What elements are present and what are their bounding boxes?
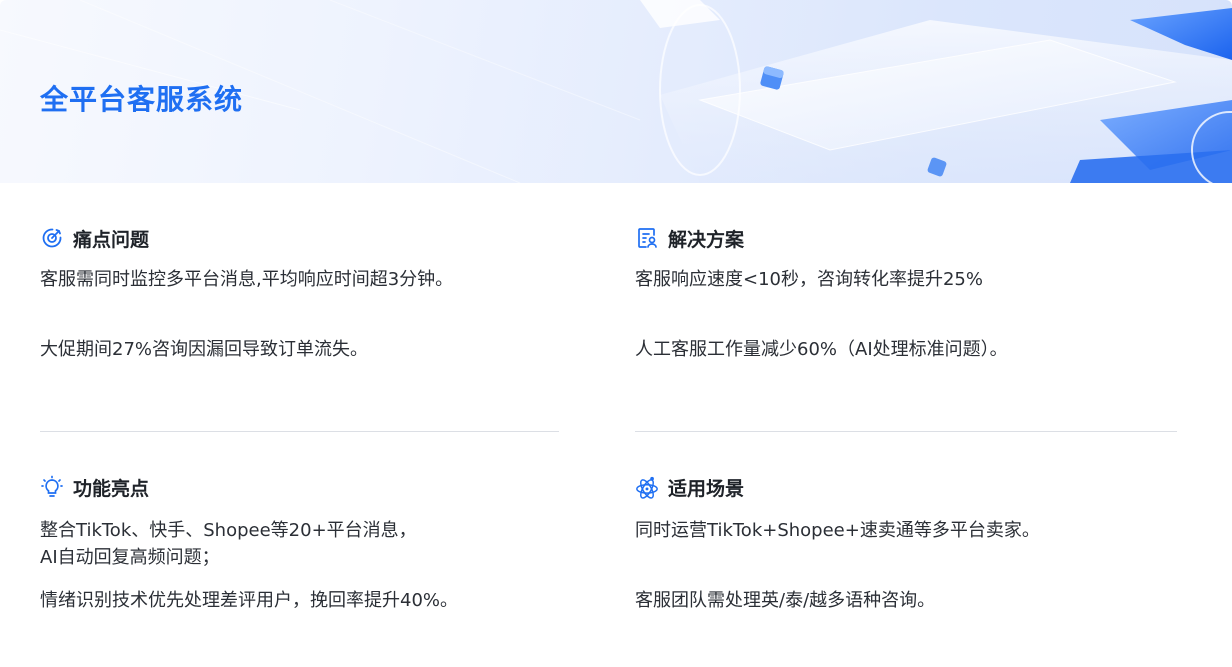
lightbulb-icon <box>40 475 64 499</box>
page-title: 全平台客服系统 <box>40 83 244 116</box>
scenarios-line-2: 客服团队需处理英/泰/越多语种咨询。 <box>635 590 936 611</box>
pain-line-2: 大促期间27%咨询因漏回导致订单流失。 <box>40 339 369 360</box>
scenarios-line-1: 同时运营TikTok+Shopee+速卖通等多平台卖家。 <box>635 520 1040 541</box>
section-title: 解决方案 <box>668 228 745 251</box>
section-title: 适用场景 <box>668 477 745 500</box>
features-line-2: AI自动回复高频问题； <box>40 547 220 568</box>
section-title: 痛点问题 <box>73 228 150 251</box>
document-user-icon <box>635 226 659 250</box>
solution-line-2: 人工客服工作量减少60%（AI处理标准问题）。 <box>635 339 1008 360</box>
section-title: 功能亮点 <box>73 477 150 500</box>
target-icon <box>40 226 64 250</box>
section-features: 功能亮点 <box>40 473 149 501</box>
divider-right <box>635 431 1177 432</box>
product-card: 全平台客服系统 痛点问题 客服需同时监控多平台消息,平均响应时间超3分钟。 大促… <box>0 0 1232 667</box>
divider-left <box>40 431 559 432</box>
header-banner: 全平台客服系统 <box>0 0 1232 183</box>
features-line-1: 整合TikTok、快手、Shopee等20+平台消息， <box>40 520 417 541</box>
solution-line-1: 客服响应速度<10秒，咨询转化率提升25% <box>635 269 983 290</box>
atom-icon <box>635 475 659 499</box>
pain-line-1: 客服需同时监控多平台消息,平均响应时间超3分钟。 <box>40 269 454 290</box>
section-solution: 解决方案 <box>635 224 744 252</box>
features-line-3: 情绪识别技术优先处理差评用户，挽回率提升40%。 <box>40 590 459 611</box>
section-scenarios: 适用场景 <box>635 473 744 501</box>
section-pain-points: 痛点问题 <box>40 224 149 252</box>
